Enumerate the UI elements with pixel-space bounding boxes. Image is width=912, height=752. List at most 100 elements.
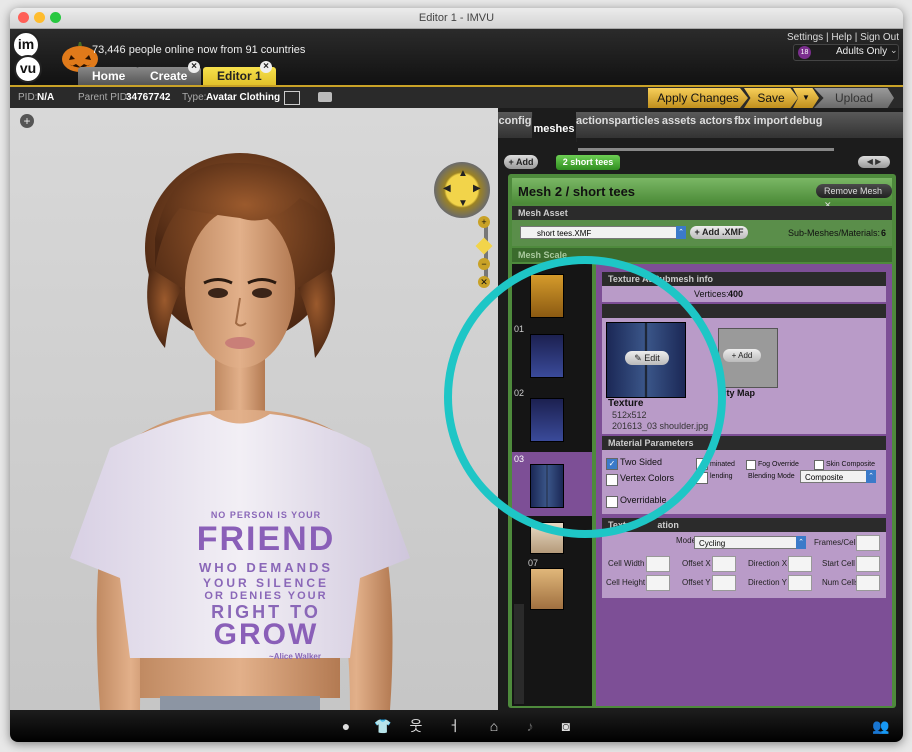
tab-particles[interactable]: particles xyxy=(614,112,661,138)
select-chevron-icon[interactable]: ⌃ xyxy=(796,536,806,549)
sign-out-link[interactable]: Sign Out xyxy=(860,32,899,43)
settings-link[interactable]: Settings xyxy=(787,32,823,43)
tab-actors[interactable]: actors xyxy=(698,112,735,138)
zoom-slider-handle[interactable] xyxy=(475,237,493,255)
shirt-text-line4: YOUR SILENCE xyxy=(202,576,329,590)
offset-y-input[interactable] xyxy=(712,575,736,591)
skin-composite-checkbox[interactable] xyxy=(814,460,824,470)
num-cells-input[interactable] xyxy=(856,575,880,591)
zoom-window-button[interactable] xyxy=(50,12,61,23)
add-opacity-map-button[interactable]: + Add xyxy=(723,349,761,362)
mesh-nav-arrows[interactable]: ◀ ▶ xyxy=(858,156,890,168)
submesh-item-02[interactable]: 02 xyxy=(512,386,592,446)
cell-height-input[interactable] xyxy=(646,575,670,591)
adults-only-dropdown[interactable]: 18 Adults Only ⌄ xyxy=(793,44,899,61)
vertices-value: 400 xyxy=(728,289,744,299)
upload-button[interactable]: Upload xyxy=(814,88,894,108)
submesh-item-07[interactable]: 07 xyxy=(512,556,592,616)
submesh-item-03[interactable]: 03 xyxy=(512,452,592,516)
arrow-down-icon[interactable]: ▼ xyxy=(458,198,468,209)
texture-assets-header[interactable]: Texture AsSubmesh info xyxy=(602,272,886,286)
tab-home[interactable]: Home xyxy=(78,67,140,85)
vertex-colors-checkbox[interactable] xyxy=(606,474,618,486)
tab-config[interactable]: config xyxy=(498,112,533,138)
blending-mode-select[interactable]: Composite xyxy=(800,470,876,483)
pencil-icon: ✎ xyxy=(634,353,642,363)
select-chevron-icon[interactable]: ⌃ xyxy=(866,470,876,483)
mesh-file-select[interactable]: short tees.XMF xyxy=(520,226,684,239)
illuminated-checkbox[interactable] xyxy=(696,458,708,470)
direction-x-input[interactable] xyxy=(788,556,812,572)
music-icon[interactable]: ♪ xyxy=(522,719,538,733)
texture-label: Texture xyxy=(608,398,644,409)
arrow-right-icon[interactable]: ▶ xyxy=(473,183,481,194)
windows-icon[interactable] xyxy=(284,91,300,105)
avatar-viewport[interactable]: + ▲ ▼ ◀ ▶ + − ✕ NO PERSON IS YOUR FRIEND… xyxy=(10,108,498,710)
submesh-list[interactable]: 01 02 03 07 xyxy=(512,264,592,706)
mesh-asset-header[interactable]: Mesh Asset xyxy=(512,206,892,220)
adults-only-label: Adults Only xyxy=(836,46,888,57)
material-parameters-header[interactable]: Material Parameters xyxy=(602,436,886,450)
apply-changes-button[interactable]: Apply Changes xyxy=(648,88,748,108)
tab-meshes[interactable]: meshes xyxy=(532,116,577,142)
zoom-out-icon[interactable]: − xyxy=(478,258,490,270)
shirt-text-line2: FRIEND xyxy=(196,520,336,558)
tab-editor-close-icon[interactable]: × xyxy=(260,61,272,73)
texture-animation-header[interactable]: Textur ation xyxy=(602,518,886,532)
chair-icon[interactable]: ㅓ xyxy=(446,719,462,733)
mesh-scale-header[interactable]: Mesh Scale xyxy=(512,248,892,262)
cell-width-input[interactable] xyxy=(646,556,670,572)
chat-bubble-icon[interactable]: ● xyxy=(338,719,354,733)
submesh-thumb-00[interactable] xyxy=(530,274,564,318)
reset-camera-icon[interactable]: ✕ xyxy=(478,276,490,288)
arrow-up-icon[interactable]: ▲ xyxy=(458,168,468,179)
minimize-window-button[interactable] xyxy=(34,12,45,23)
texture-preview[interactable]: ✎ Edit xyxy=(606,322,686,398)
two-sided-checkbox[interactable]: ✓ xyxy=(606,458,618,470)
submesh-item-01[interactable]: 01 xyxy=(512,322,592,382)
submesh-thumb-06[interactable] xyxy=(530,522,564,554)
home-icon[interactable]: ⌂ xyxy=(486,719,502,733)
tab-assets[interactable]: assets xyxy=(660,112,699,138)
vertex-colors-label: Vertex Colors xyxy=(620,473,675,483)
zoom-in-icon[interactable]: + xyxy=(478,216,490,228)
add-mesh-button[interactable]: + Add xyxy=(504,155,538,169)
help-link[interactable]: Help xyxy=(831,32,852,43)
tab-actions[interactable]: actions xyxy=(576,112,615,138)
direction-y-input[interactable] xyxy=(788,575,812,591)
add-xmf-button[interactable]: + Add .XMF xyxy=(690,226,748,239)
app-window: Editor 1 - IMVU im vu 73,446 people onli… xyxy=(10,8,903,742)
pose-icon[interactable]: 웃 xyxy=(408,719,424,733)
tab-create-close-icon[interactable]: × xyxy=(188,61,200,73)
blending-checkbox[interactable] xyxy=(696,472,708,484)
viewport-menu-icon[interactable]: + xyxy=(20,114,34,128)
frames-per-cell-input[interactable] xyxy=(856,535,880,551)
shirt-icon[interactable]: 👕 xyxy=(374,719,391,733)
people-icon[interactable]: 👥 xyxy=(872,719,889,733)
mesh-chip[interactable]: 2 short tees xyxy=(556,155,620,170)
save-button[interactable]: Save xyxy=(744,88,798,108)
animation-mode-select[interactable]: Cycling xyxy=(694,536,806,549)
offset-x-input[interactable] xyxy=(712,556,736,572)
shirt-text-line5: OR DENIES YOUR xyxy=(204,590,328,602)
camera-rotate-control[interactable]: ▲ ▼ ◀ ▶ xyxy=(434,162,490,218)
remove-mesh-button[interactable]: Remove Mesh ✕ xyxy=(816,184,892,210)
mesh-scrollbar[interactable] xyxy=(578,148,834,151)
close-window-button[interactable] xyxy=(18,12,29,23)
textures-subheader[interactable] xyxy=(602,304,886,318)
arrow-left-icon[interactable]: ◀ xyxy=(443,183,451,194)
overridable-checkbox[interactable] xyxy=(606,496,618,508)
online-count-text: 73,446 people online now from 91 countri… xyxy=(92,44,306,56)
opacity-map-slot[interactable]: + Add xyxy=(718,328,778,388)
fog-override-checkbox[interactable] xyxy=(746,460,756,470)
fog-override-label: Fog Override xyxy=(758,461,799,468)
tab-fbx-import[interactable]: fbx import xyxy=(734,112,789,138)
vertices-label: Vertices: xyxy=(694,289,729,299)
submesh-scrollbar[interactable] xyxy=(514,604,524,704)
select-chevron-icon[interactable]: ⌃ xyxy=(676,226,686,239)
edit-texture-button[interactable]: ✎ Edit xyxy=(625,351,669,365)
start-cell-input[interactable] xyxy=(856,556,880,572)
camera-icon[interactable]: ◙ xyxy=(558,719,574,733)
folder-icon[interactable] xyxy=(318,92,332,102)
tab-debug[interactable]: debug xyxy=(788,112,825,138)
